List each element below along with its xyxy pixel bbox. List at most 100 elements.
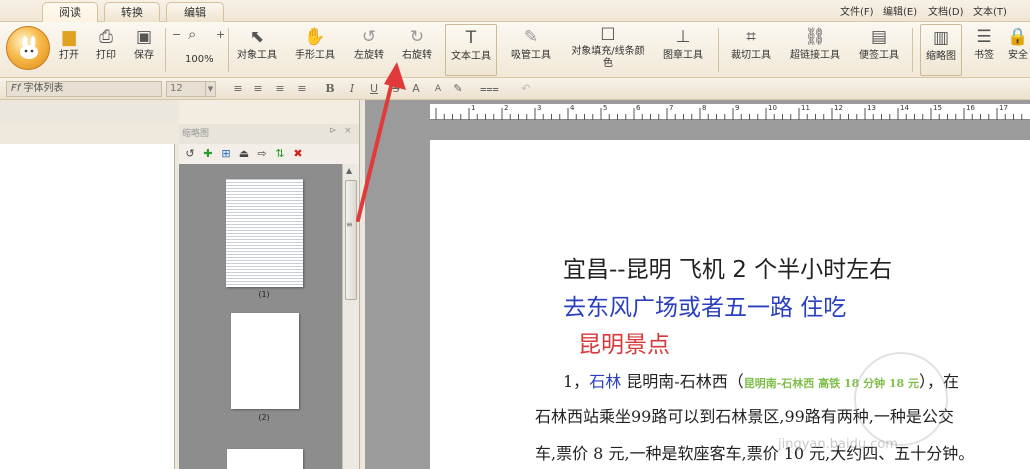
insert-page-icon[interactable]: ⊞ [219, 147, 233, 161]
ruler-number: 10 [768, 104, 777, 112]
rotate-left-icon: ↺ [361, 27, 377, 47]
page-thumbnail-3[interactable] [227, 449, 303, 469]
open-button[interactable]: ▆ 打开 [55, 24, 83, 76]
divider [718, 28, 719, 72]
hand-icon: ✋ [304, 27, 326, 47]
pin-icon[interactable]: ⊳ [329, 126, 337, 136]
note-tool-button[interactable]: ▤ 便签工具 [856, 24, 902, 76]
stamp-icon: ⊥ [675, 27, 691, 47]
font-size-select[interactable]: 12 ▼ [166, 81, 216, 97]
zoom-in-button[interactable]: + [216, 28, 225, 41]
ruler-number: 13 [867, 104, 876, 112]
highlight-icon[interactable]: ✎ [450, 81, 466, 97]
undo-icon[interactable]: ↶ [518, 81, 534, 97]
delete-page-icon[interactable]: ✖ [291, 147, 305, 161]
ruler-number: 7 [669, 104, 674, 112]
thumbnail-list: (1) (2) [179, 164, 342, 469]
zoom-icon: ⌕ [188, 25, 197, 43]
ruler-number: 4 [570, 104, 575, 112]
square-icon: ☐ [600, 25, 616, 45]
font-family-select[interactable]: Ff 字体列表 [6, 81, 162, 97]
save-button[interactable]: ▣ 保存 [130, 24, 158, 76]
ruler-number: 17 [999, 104, 1008, 112]
tab-convert[interactable]: 转换 [104, 2, 160, 22]
format-toolbar: Ff 字体列表 12 ▼ ≡ ≡ ≡ ≡ B I U S A A ✎ ⩶ ↶ [0, 78, 1030, 100]
horizontal-ruler: 1 2 3 4 5 6 7 8 9 10 11 12 13 14 15 16 17 [430, 104, 1030, 120]
subscript-button[interactable]: A [430, 81, 446, 97]
bookmarks-panel [0, 144, 175, 469]
align-right-icon[interactable]: ≡ [272, 81, 288, 97]
add-page-icon[interactable]: ✚ [201, 147, 215, 161]
printer-icon: ⎙ [99, 27, 113, 47]
ruler-number: 5 [603, 104, 608, 112]
heading-attractions[interactable]: 昆明景点 [578, 325, 670, 359]
watermark-logo [854, 352, 948, 446]
align-left-icon[interactable]: ≡ [230, 81, 246, 97]
ruler-number: 16 [966, 104, 975, 112]
ribbon-toolbar: ▆ 打开 ⎙ 打印 ▣ 保存 − ⌕ + 100% ⬉ 对象工具 ✋ 手形工具 … [0, 22, 1030, 78]
fill-stroke-tool-button[interactable]: ☐ 对象填充/线条颜 色 [566, 24, 650, 76]
heading-route[interactable]: 宜昌--昆明 飞机 2 个半小时左右 [563, 250, 892, 284]
align-center-icon[interactable]: ≡ [250, 81, 266, 97]
bookmarks-button[interactable]: ☰ 书签 [968, 24, 1000, 76]
ruler-number: 9 [735, 104, 740, 112]
page-thumbnail-1[interactable] [226, 179, 303, 287]
heading-stay[interactable]: 去东风广场或者五一路 住吃 [563, 288, 846, 322]
page-label: (1) [258, 290, 270, 299]
rotate-right-icon: ↻ [409, 27, 425, 47]
security-button[interactable]: 🔒 安全 [1006, 24, 1030, 76]
link-icon: ⛓ [804, 27, 826, 47]
page-label: (2) [258, 413, 270, 422]
text-tool-button[interactable]: T 文本工具 [445, 24, 497, 76]
print-button[interactable]: ⎙ 打印 [92, 24, 120, 76]
zoom-out-button[interactable]: − [172, 28, 181, 41]
note-icon: ▤ [870, 27, 888, 47]
replace-page-icon[interactable]: ⇅ [273, 147, 287, 161]
spacing-icon[interactable]: ⩶ [480, 81, 499, 97]
folder-icon: ▆ [62, 27, 76, 47]
ruler-number: 12 [834, 104, 843, 112]
eyedropper-tool-button[interactable]: ✎ 吸管工具 [508, 24, 554, 76]
tab-read[interactable]: 阅读 [42, 2, 98, 22]
superscript-button[interactable]: A [408, 81, 424, 97]
tab-edit[interactable]: 编辑 [166, 2, 224, 22]
app-logo[interactable] [6, 26, 50, 70]
thumbnail-icon: ▥ [932, 28, 950, 48]
extract-page-icon[interactable]: ⏏ [237, 147, 251, 161]
menu-text[interactable]: 文本(T) [973, 3, 1007, 18]
link-tool-button[interactable]: ⛓ 超链接工具 [786, 24, 844, 76]
crop-icon: ⌗ [746, 27, 756, 47]
menu-edit[interactable]: 编辑(E) [883, 3, 917, 18]
ruler-number: 3 [537, 104, 542, 112]
thumbnail-panel-title: 缩略图 [182, 129, 210, 139]
ruler-number: 1 [471, 104, 476, 112]
hand-tool-button[interactable]: ✋ 手形工具 [292, 24, 338, 76]
list-icon: ☰ [976, 27, 992, 47]
rotate-page-icon[interactable]: ↺ [183, 147, 197, 161]
eyedropper-icon: ✎ [523, 27, 539, 47]
object-tool-button[interactable]: ⬉ 对象工具 [234, 24, 280, 76]
pdf-editor-window: 阅读 转换 编辑 文件(F) 编辑(E) 文档(D) 文本(T) ▆ 打开 ⎙ … [0, 0, 1030, 469]
thumbnails-button[interactable]: ▥ 缩略图 [920, 24, 962, 76]
lock-icon: 🔒 [1007, 27, 1029, 47]
export-page-icon[interactable]: ⇨ [255, 147, 269, 161]
pdf-page[interactable]: 宜昌--昆明 飞机 2 个半小时左右 去东风广场或者五一路 住吃 昆明景点 1，… [430, 140, 1030, 469]
crop-tool-button[interactable]: ⌗ 裁切工具 [728, 24, 774, 76]
divider [228, 28, 229, 72]
cursor-icon: ⬉ [249, 27, 265, 47]
ruler-number: 14 [900, 104, 909, 112]
ruler-number: 8 [702, 104, 707, 112]
ruler-number: 6 [636, 104, 641, 112]
bold-button[interactable]: B [322, 81, 338, 97]
menu-file[interactable]: 文件(F) [840, 3, 874, 18]
annotation-arrow [356, 62, 406, 222]
zoom-value[interactable]: 100% [185, 54, 214, 65]
divider [165, 28, 166, 72]
stamp-tool-button[interactable]: ⊥ 图章工具 [660, 24, 706, 76]
ruler-number: 2 [504, 104, 509, 112]
menu-document[interactable]: 文档(D) [928, 3, 964, 18]
left-side-panel [0, 100, 179, 469]
ruler-number: 15 [933, 104, 942, 112]
align-justify-icon[interactable]: ≡ [294, 81, 310, 97]
page-thumbnail-2[interactable] [231, 313, 299, 409]
